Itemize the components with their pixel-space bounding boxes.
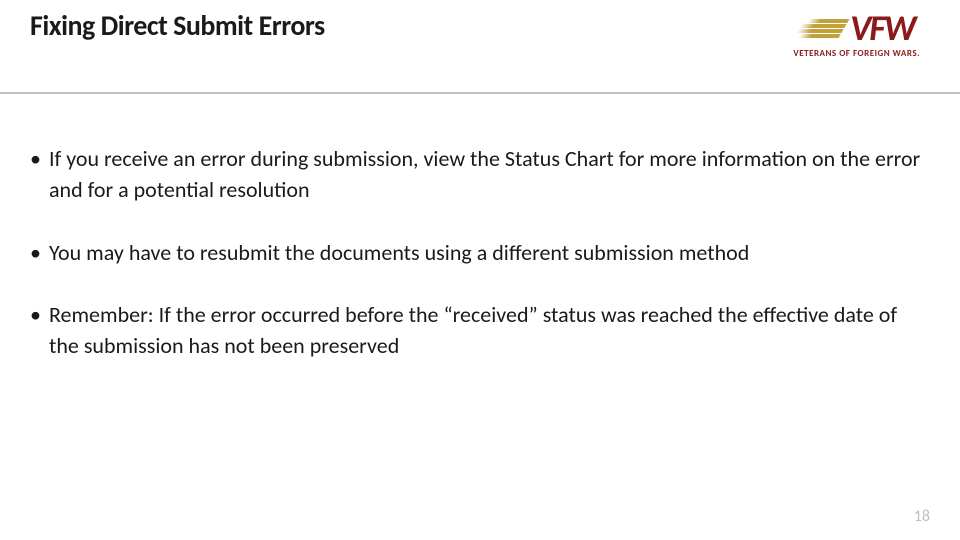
bullet-text: Remember: If the error occurred before t… bbox=[49, 300, 930, 362]
logo-acronym: VFW bbox=[850, 10, 914, 46]
bullet-text: You may have to resubmit the documents u… bbox=[49, 238, 749, 269]
bullet-text: If you receive an error during submissio… bbox=[49, 144, 930, 206]
bullet-marker: • bbox=[30, 144, 41, 175]
slide-header: Fixing Direct Submit Errors VFW VETERANS… bbox=[0, 0, 960, 94]
bullet-item: • If you receive an error during submiss… bbox=[30, 144, 930, 206]
logo-stripes-icon bbox=[793, 19, 849, 38]
slide-title: Fixing Direct Submit Errors bbox=[30, 8, 325, 43]
bullet-marker: • bbox=[30, 300, 41, 331]
logo-subtitle: VETERANS OF FOREIGN WARS. bbox=[793, 48, 920, 59]
bullet-item: • You may have to resubmit the documents… bbox=[30, 238, 930, 269]
slide-content: • If you receive an error during submiss… bbox=[0, 94, 960, 362]
bullet-item: • Remember: If the error occurred before… bbox=[30, 300, 930, 362]
logo-top-row: VFW bbox=[799, 10, 914, 46]
bullet-marker: • bbox=[30, 238, 41, 269]
page-number: 18 bbox=[914, 507, 930, 526]
vfw-logo: VFW VETERANS OF FOREIGN WARS. bbox=[793, 10, 920, 59]
